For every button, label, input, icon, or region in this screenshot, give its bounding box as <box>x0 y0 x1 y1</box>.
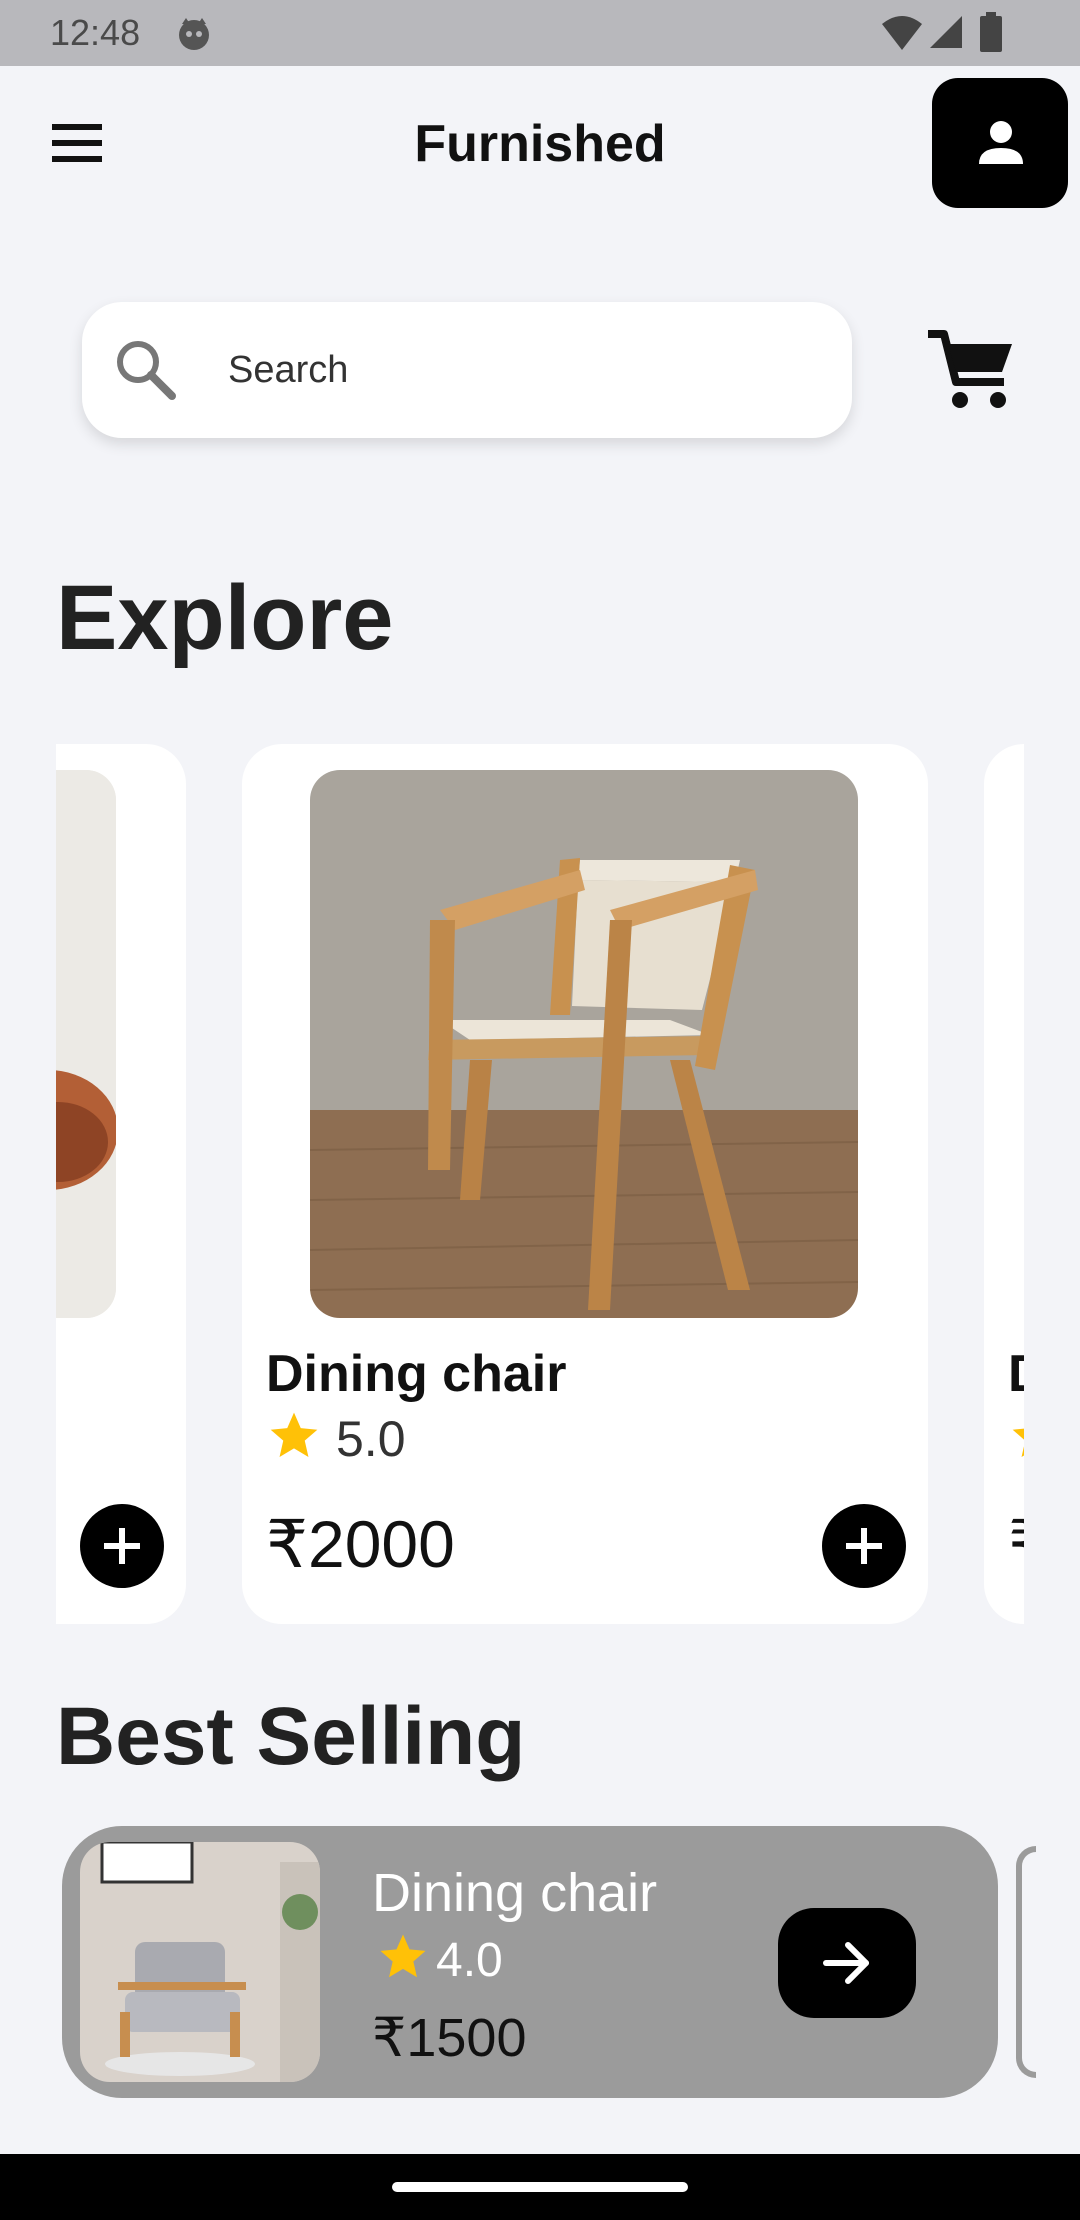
best-selling-heading: Best Selling <box>56 1691 526 1782</box>
search-icon <box>117 341 176 400</box>
explore-carousel[interactable]: Dining chair 5.0 ₹2000 D ₹ <box>56 744 1024 1626</box>
search-bar[interactable]: Search <box>82 302 852 438</box>
product-rating: 5.0 <box>266 1408 406 1468</box>
plus-icon <box>104 1528 140 1564</box>
cat-icon <box>179 18 209 50</box>
product-card[interactable]: D ₹ <box>984 744 1024 1624</box>
star-icon <box>380 1934 426 1978</box>
profile-button[interactable] <box>932 78 1068 208</box>
rating-value: 4.0 <box>436 1934 503 1987</box>
product-image <box>310 770 858 1318</box>
search-input[interactable]: Search <box>228 346 348 394</box>
star-icon <box>1012 1428 1024 1457</box>
signal-icon <box>930 16 962 48</box>
wifi-icon <box>882 16 922 50</box>
view-product-button[interactable] <box>778 1908 916 2018</box>
cart-icon[interactable] <box>926 326 1016 414</box>
battery-icon <box>980 12 1002 52</box>
best-product-rating: 4.0 <box>376 1930 503 1988</box>
best-product-title: Dining chair <box>372 1863 658 1923</box>
star-icon <box>270 1412 318 1457</box>
product-title: D <box>1008 1344 1024 1404</box>
add-to-cart-button[interactable] <box>822 1504 906 1588</box>
best-selling-card[interactable]: Dining chair 4.0 ₹1500 <box>62 1826 998 2098</box>
app-title: Furnished <box>414 115 666 173</box>
add-to-cart-button[interactable] <box>80 1504 164 1588</box>
rating-value: 5.0 <box>336 1411 406 1467</box>
product-title: Dining chair <box>266 1345 567 1403</box>
person-icon <box>979 121 1023 164</box>
status-time: 12:48 <box>50 12 141 53</box>
product-card[interactable]: Dining chair 5.0 ₹2000 <box>242 744 928 1624</box>
product-price: ₹ <box>1008 1506 1024 1583</box>
plus-icon <box>846 1528 882 1564</box>
product-card[interactable] <box>56 744 186 1624</box>
best-selling-next-card[interactable] <box>1016 1846 1036 2078</box>
explore-heading: Explore <box>56 567 394 669</box>
home-gesture-handle[interactable] <box>392 2182 688 2192</box>
product-rating <box>1008 1408 1024 1468</box>
product-price: ₹2000 <box>266 1507 455 1581</box>
product-image <box>56 770 116 1318</box>
arrow-right-icon <box>823 1942 869 1984</box>
best-product-price: ₹1500 <box>372 2008 527 2068</box>
product-image <box>80 1842 320 2082</box>
